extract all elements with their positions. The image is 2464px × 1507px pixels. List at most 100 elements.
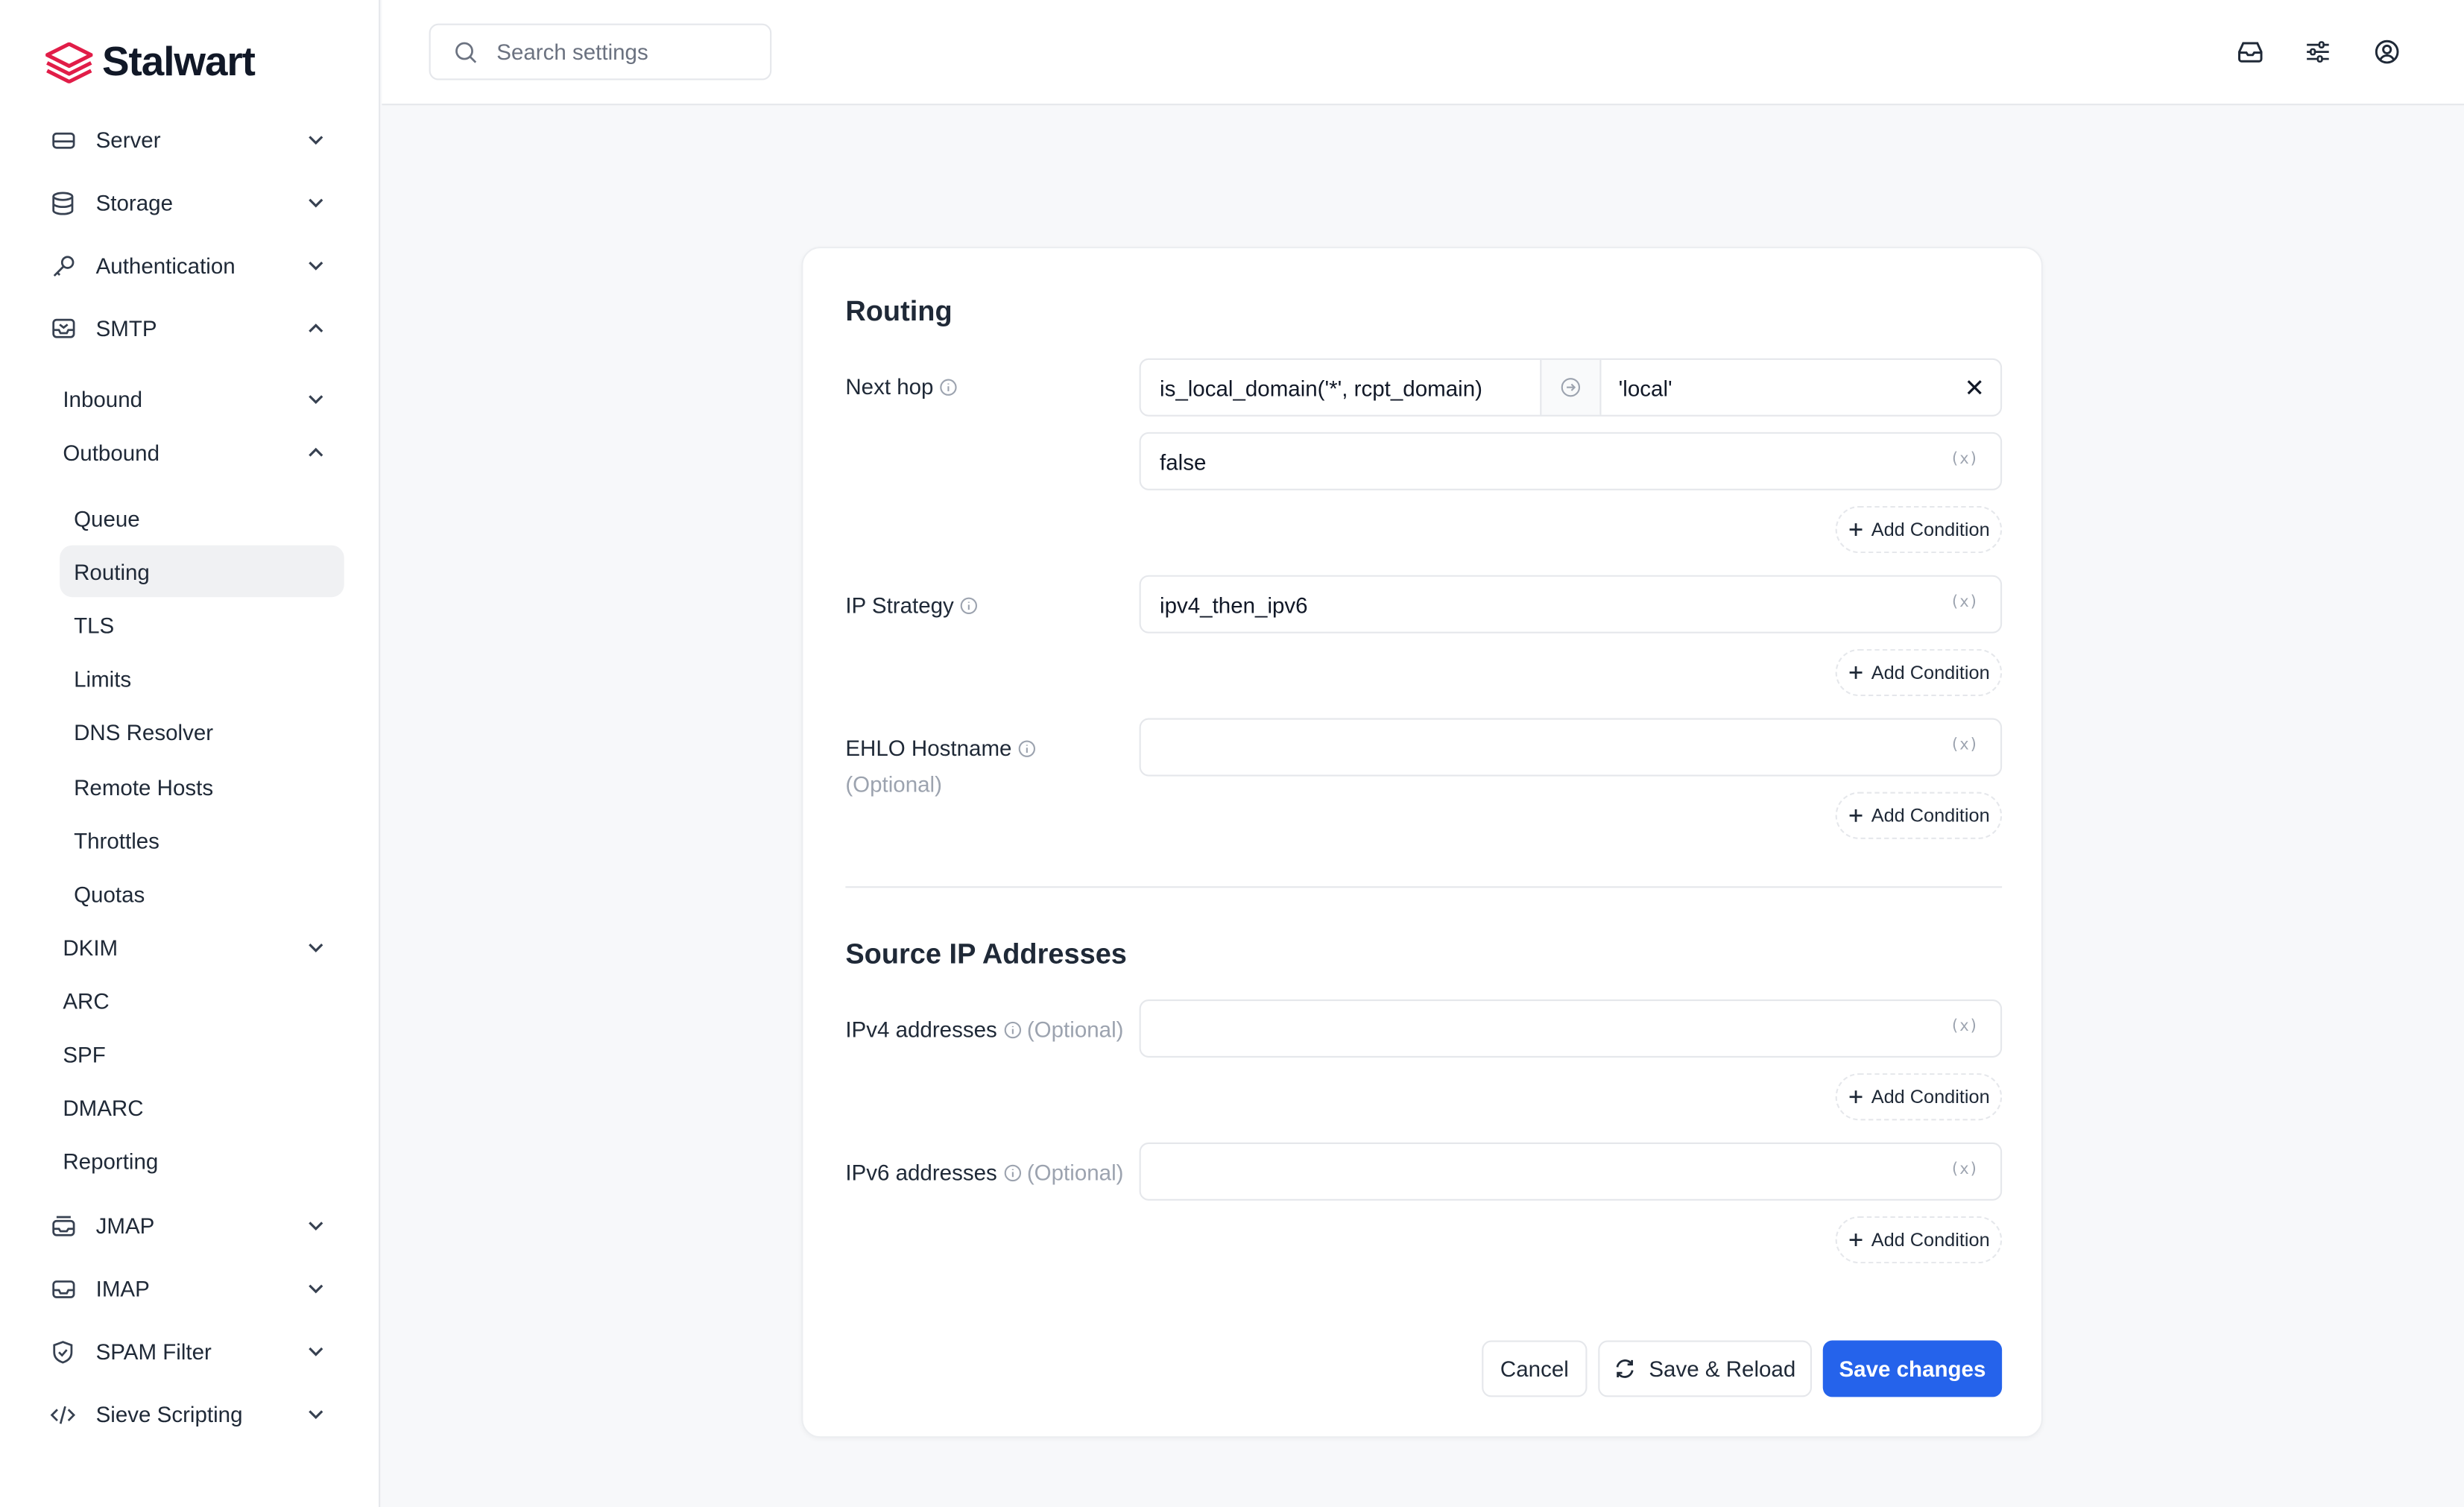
sidebar-item-label: DKIM (63, 935, 119, 961)
sidebar-item-label: Reporting (63, 1149, 159, 1175)
ipv6-addresses-label: IPv6 addresses (Optional) (845, 1160, 1123, 1185)
shield-icon (50, 1339, 75, 1364)
sidebar: Stalwart Server Storage Authentication S… (0, 0, 381, 1507)
variable-icon[interactable]: (x) (1950, 1018, 1978, 1035)
sidebar-item-inbound[interactable]: Inbound (47, 376, 342, 423)
sidebar-item-label: DNS Resolver (74, 718, 214, 745)
condition-then-input[interactable]: 'local' (1601, 360, 2000, 415)
plus-icon (1849, 666, 1863, 679)
server-icon (50, 127, 75, 153)
variable-icon[interactable]: (x) (1950, 1161, 1978, 1178)
chevron-up-icon (309, 323, 323, 333)
add-condition-button[interactable]: Add Condition (1835, 792, 2003, 839)
sidebar-item-spf[interactable]: SPF (47, 1031, 342, 1078)
ehlo-hostname-label: EHLO Hostname (845, 735, 1035, 761)
info-icon[interactable] (1003, 1020, 1020, 1038)
sidebar-item-throttles[interactable]: Throttles (60, 814, 344, 866)
chevron-down-icon (309, 1347, 323, 1356)
ehlo-hostname-input[interactable]: (x) (1139, 718, 2003, 777)
button-label: Add Condition (1871, 518, 1990, 541)
stalwart-logo-icon (45, 41, 93, 83)
chevron-down-icon (309, 944, 323, 952)
field-label: IPv4 addresses (845, 1017, 997, 1042)
info-icon[interactable] (960, 596, 978, 613)
button-label: Add Condition (1871, 804, 1990, 827)
sidebar-item-label: Outbound (63, 440, 160, 466)
sliders-icon[interactable] (2304, 38, 2332, 66)
sidebar-item-dkim[interactable]: DKIM (47, 924, 342, 971)
optional-label: (Optional) (845, 771, 942, 797)
sidebar-item-tls[interactable]: TLS (60, 598, 344, 651)
sidebar-item-label: Inbound (63, 386, 143, 412)
sidebar-item-sieve-scripting[interactable]: Sieve Scripting (34, 1389, 342, 1439)
optional-label: (Optional) (1026, 1160, 1124, 1185)
sidebar-item-spam-filter[interactable]: SPAM Filter (34, 1327, 342, 1377)
next-hop-condition-row: is_local_domain('*', rcpt_domain) 'local… (1139, 358, 2003, 417)
sidebar-item-dns-resolver[interactable]: DNS Resolver (60, 706, 344, 758)
field-label: EHLO Hostname (845, 735, 1012, 761)
database-icon (50, 190, 75, 215)
sidebar-item-jmap[interactable]: JMAP (34, 1201, 342, 1251)
save-reload-button[interactable]: Save & Reload (1598, 1340, 1813, 1397)
sidebar-item-outbound[interactable]: Outbound (47, 429, 342, 476)
ipv4-addresses-input[interactable]: (x) (1139, 999, 2003, 1058)
sidebar-item-label: DMARC (63, 1095, 144, 1121)
sidebar-item-label: SPF (63, 1041, 106, 1067)
sidebar-item-imap[interactable]: IMAP (34, 1263, 342, 1313)
mail-stack-icon (50, 1213, 75, 1239)
add-condition-button[interactable]: Add Condition (1835, 1073, 2003, 1121)
info-icon[interactable] (940, 378, 957, 395)
sidebar-item-remote-hosts[interactable]: Remote Hosts (60, 760, 344, 812)
add-condition-button[interactable]: Add Condition (1835, 1216, 2003, 1264)
condition-if-input[interactable]: is_local_domain('*', rcpt_domain) (1141, 360, 1541, 415)
sidebar-item-arc[interactable]: ARC (47, 977, 342, 1024)
add-condition-button[interactable]: Add Condition (1835, 505, 2003, 554)
sidebar-item-label: Server (95, 127, 161, 153)
sidebar-item-server[interactable]: Server (34, 115, 342, 165)
ip-strategy-input[interactable]: ipv4_then_ipv6 (x) (1139, 575, 2003, 634)
chevron-up-icon (309, 447, 323, 457)
sidebar-item-queue[interactable]: Queue (60, 492, 344, 544)
variable-icon[interactable]: (x) (1950, 451, 1978, 468)
sidebar-item-label: TLS (74, 612, 115, 637)
cancel-button[interactable]: Cancel (1482, 1340, 1588, 1397)
search-box[interactable] (429, 23, 772, 80)
inbox-tray-icon[interactable] (2236, 38, 2264, 66)
info-icon[interactable] (1018, 739, 1035, 756)
sidebar-item-label: IMAP (95, 1276, 150, 1301)
chevron-down-icon (309, 261, 323, 271)
sidebar-item-routing[interactable]: Routing (60, 545, 344, 598)
sidebar-item-label: Queue (74, 505, 140, 531)
info-icon[interactable] (1003, 1163, 1020, 1181)
sidebar-item-label: Storage (95, 190, 174, 215)
sidebar-item-label: Throttles (74, 827, 159, 853)
sidebar-item-limits[interactable]: Limits (60, 652, 344, 704)
ipv6-addresses-input[interactable]: (x) (1139, 1142, 2003, 1201)
sidebar-item-reporting[interactable]: Reporting (47, 1138, 342, 1185)
next-hop-default-input[interactable]: false (x) (1139, 432, 2003, 490)
chevron-down-icon (309, 1410, 323, 1420)
sidebar-item-storage[interactable]: Storage (34, 177, 342, 227)
button-label: Add Condition (1871, 661, 1990, 684)
code-icon (50, 1402, 76, 1427)
sidebar-item-label: Limits (74, 665, 132, 691)
button-label: Add Condition (1871, 1085, 1990, 1108)
section-divider (845, 886, 2003, 888)
field-label: IP Strategy (845, 592, 954, 618)
button-label: Add Condition (1871, 1228, 1990, 1251)
sidebar-item-authentication[interactable]: Authentication (34, 241, 342, 291)
variable-icon[interactable]: (x) (1950, 594, 1978, 611)
search-input[interactable] (496, 39, 748, 65)
brand-logo[interactable]: Stalwart (45, 38, 256, 86)
plus-icon (1849, 809, 1863, 822)
variable-icon[interactable]: (x) (1950, 737, 1978, 754)
close-icon[interactable] (1965, 377, 1985, 397)
add-condition-button[interactable]: Add Condition (1835, 648, 2003, 697)
field-value: false (1160, 448, 1207, 474)
sidebar-item-dmarc[interactable]: DMARC (47, 1084, 342, 1131)
save-changes-button[interactable]: Save changes (1822, 1340, 2003, 1397)
sidebar-item-smtp[interactable]: SMTP (34, 303, 342, 353)
inbox-tray-icon (50, 1276, 75, 1301)
user-circle-icon[interactable] (2373, 38, 2401, 66)
sidebar-item-quotas[interactable]: Quotas (60, 868, 344, 920)
